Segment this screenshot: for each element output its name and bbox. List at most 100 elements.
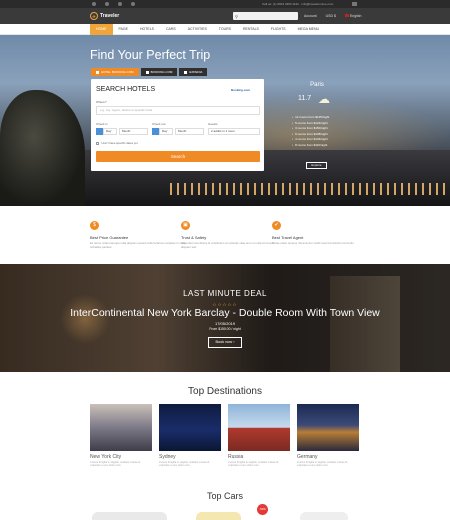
destination-image[interactable]: [90, 404, 152, 451]
booking-tabs: HOTEL BOOKING.COM BOOKING.COM EXPEDIA: [91, 68, 208, 76]
hero-title: Find Your Perfect Trip: [90, 48, 211, 62]
car-image[interactable]: [92, 512, 167, 520]
vimeo-icon[interactable]: [131, 2, 135, 6]
book-now-label: Book now: [215, 340, 233, 344]
feature-title: Best Travel Agent: [272, 235, 304, 240]
nav-item-home[interactable]: HOME: [90, 24, 113, 35]
hero-section: Find Your Perfect Trip HOTEL BOOKING.COM…: [0, 35, 450, 206]
checkout-label: Check out: [152, 122, 166, 126]
list-item: 8 rooms from $110/night: [292, 143, 329, 149]
bed-icon: [145, 70, 149, 74]
no-dates-checkbox[interactable]: I don't have specific dates yet: [96, 141, 138, 145]
weather-city: Paris: [310, 82, 324, 88]
tab-hotel-booking[interactable]: HOTEL BOOKING.COM: [91, 68, 139, 76]
top-bar: Call us: (1) 0023 4400 1122 · info@trave…: [0, 0, 450, 8]
youtube-icon[interactable]: [118, 2, 122, 6]
header-actions: Account USD $ English: [304, 14, 361, 18]
destination-name[interactable]: Sydney: [159, 454, 221, 460]
facebook-icon[interactable]: [92, 2, 96, 6]
no-dates-label: I don't have specific dates yet: [101, 141, 138, 145]
nav-item-tours[interactable]: TOURS: [213, 24, 237, 35]
where-label: Where?: [96, 100, 107, 104]
weather-temp: 11.7: [298, 95, 312, 102]
language-selector[interactable]: English: [344, 14, 362, 18]
envelope-icon[interactable]: [352, 2, 357, 6]
last-minute-deal: LAST MINUTE DEAL ☆☆☆☆☆ InterContinental …: [0, 264, 450, 372]
destination-name[interactable]: Germany: [297, 454, 359, 460]
checkin-label: Check in: [96, 122, 108, 126]
feature-desc: Imperdiet nisl ultrices id vestibulum at…: [181, 241, 275, 249]
guests-label: Guests: [208, 122, 218, 126]
car-image[interactable]: [196, 512, 241, 520]
brand-name: Traveler: [100, 13, 120, 19]
explore-button[interactable]: Explore: [306, 162, 327, 169]
partly-cloudy-icon: ☁: [318, 92, 330, 106]
feature-desc: Curae etiam tempus rhoncus dui mollit vi…: [272, 241, 355, 245]
destination-card[interactable]: Sydney Cursus fringilla in sagittis, sod…: [159, 404, 221, 468]
calendar-icon[interactable]: [96, 128, 103, 135]
logo-icon: ✈: [90, 12, 98, 20]
weather-list: 12 rooms from $135/night 5 rooms from $1…: [292, 115, 329, 149]
checkin-day-select[interactable]: Day: [103, 128, 117, 135]
tab-expedia[interactable]: EXPEDIA: [179, 68, 208, 76]
destination-input[interactable]: e.g. city, region, district or specific …: [96, 106, 260, 115]
flag-icon: [344, 14, 349, 17]
destination-desc: Cursus fringilla in sagittis, sodales ma…: [228, 461, 279, 468]
checkbox-box[interactable]: [96, 141, 99, 145]
section-title: Top Destinations: [188, 386, 262, 397]
feature-title: Trust & Safety: [181, 235, 207, 240]
search-button[interactable]: Search: [96, 151, 260, 162]
destination-card[interactable]: Germany Cursus fringilla in sagittis, so…: [297, 404, 359, 468]
tab-booking[interactable]: BOOKING.COM: [140, 68, 178, 76]
guests-select[interactable]: 2 adults in 1 room: [208, 128, 260, 135]
partner-logo: Booking.com: [231, 88, 251, 92]
main-nav: HOME PAGE HOTELS CARS ACTIVITIES TOURS R…: [0, 24, 450, 35]
nav-item-cars[interactable]: CARS: [160, 24, 182, 35]
list-item: 3 rooms from $150/night: [292, 126, 329, 132]
feature-title: Best Price Guarantee: [90, 235, 129, 240]
destination-desc: Cursus fringilla in sagittis, sodales ma…: [159, 461, 210, 468]
weather-widget: Paris 11.7 ☁ 12 rooms from $135/night 5 …: [287, 82, 347, 169]
destinations-section: Top Destinations New York City Cursus fr…: [0, 372, 450, 490]
destination-desc: Cursus fringilla in sagittis, sodales ma…: [90, 461, 141, 468]
feature-desc: Ex ferrus nolla mamqua nolla aliquam ese…: [90, 241, 186, 249]
search-input[interactable]: ⚲: [233, 12, 298, 20]
search-icon: ⚲: [235, 13, 238, 19]
deal-price: From $150.00 / night: [209, 327, 241, 331]
checkin-month-select[interactable]: Month: [119, 128, 148, 135]
checkout-day-select[interactable]: Day: [159, 128, 173, 135]
deal-kicker: LAST MINUTE DEAL: [183, 289, 267, 298]
feature-travel-agent: ✔ Best Travel Agent Curae etiam tempus r…: [272, 221, 368, 246]
nav-item-page[interactable]: PAGE: [113, 24, 134, 35]
destination-image[interactable]: [297, 404, 359, 451]
plane-icon: [184, 70, 188, 74]
section-title: Top Cars: [206, 491, 243, 501]
destination-name[interactable]: Russia: [228, 454, 290, 460]
nav-item-hotels[interactable]: HOTELS: [134, 24, 160, 35]
destination-card[interactable]: Russia Cursus fringilla in sagittis, sod…: [228, 404, 290, 468]
destination-name[interactable]: New York City: [90, 454, 152, 460]
logo[interactable]: ✈ Traveler: [90, 12, 119, 20]
lock-icon: ▣: [181, 221, 190, 230]
statue-image: [0, 90, 85, 206]
account-link[interactable]: Account: [304, 14, 317, 18]
feature-trust-safety: ▣ Trust & Safety Imperdiet nisl ultrices…: [181, 221, 277, 249]
nav-item-activities[interactable]: ACTIVITIES: [182, 24, 213, 35]
list-item: 12 rooms from $135/night: [292, 115, 329, 121]
car-image[interactable]: [300, 512, 348, 520]
calendar-icon[interactable]: [152, 128, 159, 135]
twitter-icon[interactable]: [105, 2, 109, 6]
destination-image[interactable]: [159, 404, 221, 451]
nav-item-rentals[interactable]: RENTALS: [237, 24, 265, 35]
deal-title[interactable]: InterContinental New York Barclay - Doub…: [0, 307, 450, 319]
page: Call us: (1) 0023 4400 1122 · info@trave…: [0, 0, 450, 520]
language-label: English: [349, 14, 362, 18]
nav-item-mega-menu[interactable]: MEGA MENU: [292, 24, 325, 35]
thumbs-up-icon: ✔: [272, 221, 281, 230]
currency-selector[interactable]: USD $: [326, 14, 336, 18]
destination-card[interactable]: New York City Cursus fringilla in sagitt…: [90, 404, 152, 468]
book-now-button[interactable]: Book now ›: [208, 337, 242, 348]
nav-item-flights[interactable]: FLIGHTS: [265, 24, 292, 35]
checkout-month-select[interactable]: Month: [175, 128, 204, 135]
destination-image[interactable]: [228, 404, 290, 451]
